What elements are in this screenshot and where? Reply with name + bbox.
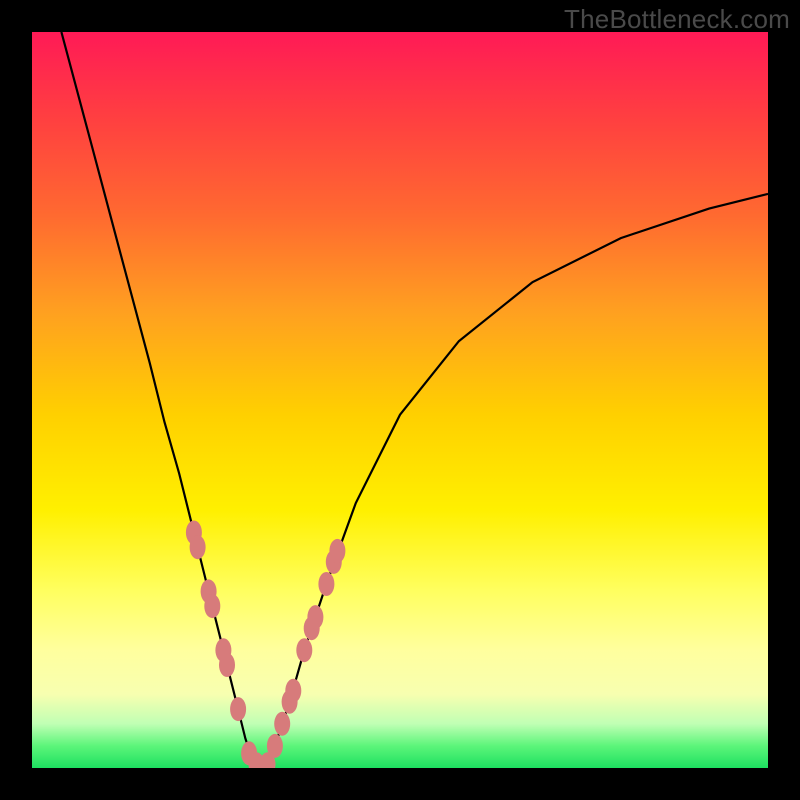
marker-dot — [190, 535, 206, 559]
marker-dot — [204, 594, 220, 618]
marker-dots — [186, 521, 346, 769]
marker-dot — [307, 605, 323, 629]
chart-frame: TheBottleneck.com — [0, 0, 800, 800]
marker-dot — [296, 638, 312, 662]
plot-area — [32, 32, 768, 768]
curve-layer — [32, 32, 768, 768]
curve-right-branch — [260, 194, 768, 768]
marker-dot — [329, 539, 345, 563]
marker-dot — [230, 697, 246, 721]
watermark-text: TheBottleneck.com — [564, 4, 790, 35]
marker-dot — [219, 653, 235, 677]
marker-dot — [285, 679, 301, 703]
marker-dot — [318, 572, 334, 596]
marker-dot — [267, 734, 283, 758]
marker-dot — [274, 712, 290, 736]
